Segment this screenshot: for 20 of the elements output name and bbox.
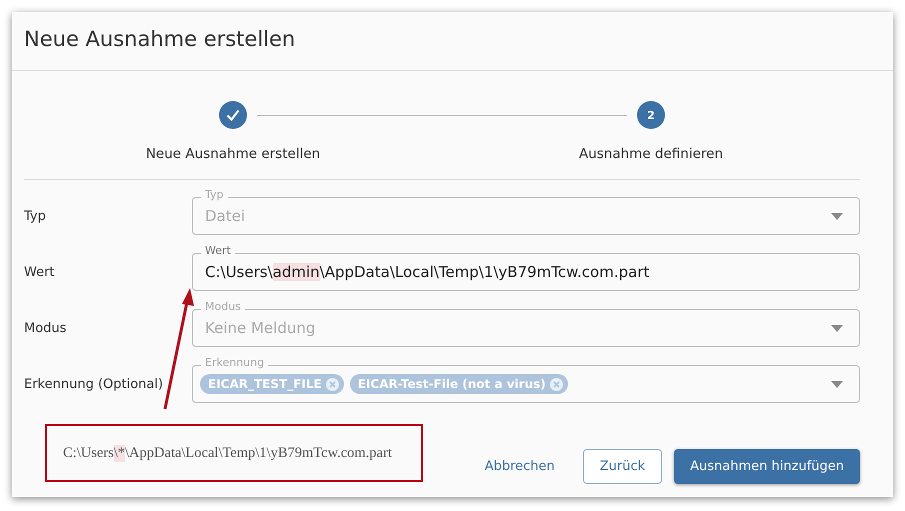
dialog-title: Neue Ausnahme erstellen [12, 12, 893, 71]
add-button[interactable]: Ausnahmen hinzufügen [674, 449, 860, 484]
field-label: Typ [24, 208, 47, 224]
step-label: Neue Ausnahme erstellen [146, 146, 320, 162]
field-value: Keine Meldung [205, 319, 316, 337]
field-legend: Erkennung [201, 356, 268, 369]
field-legend: Modus [201, 300, 245, 313]
step-number: 2 [637, 101, 665, 129]
field-label: Modus [24, 320, 68, 336]
field-value: C:\Users\admin\AppData\Local\Temp\1\yB79mTcw.com.part [205, 263, 650, 281]
input-field[interactable]: C:\Users\admin\AppData\Local\Temp\1\yB79mTcw.com.part [192, 253, 860, 291]
field-label: Erkennung (Optional) [24, 376, 164, 392]
field-value: Datei [205, 207, 246, 225]
cancel-button[interactable]: Abbrechen [468, 449, 571, 484]
field-legend: Wert [201, 244, 235, 257]
field-legend: Typ [201, 188, 228, 201]
back-button[interactable]: Zurück [582, 449, 662, 484]
annotation-text: C:\Users\*\AppData\Local\Temp\1\yB79mTcw.com.part [45, 424, 423, 482]
step-label: Ausnahme definieren [578, 146, 724, 162]
field-label: Wert [24, 264, 56, 280]
